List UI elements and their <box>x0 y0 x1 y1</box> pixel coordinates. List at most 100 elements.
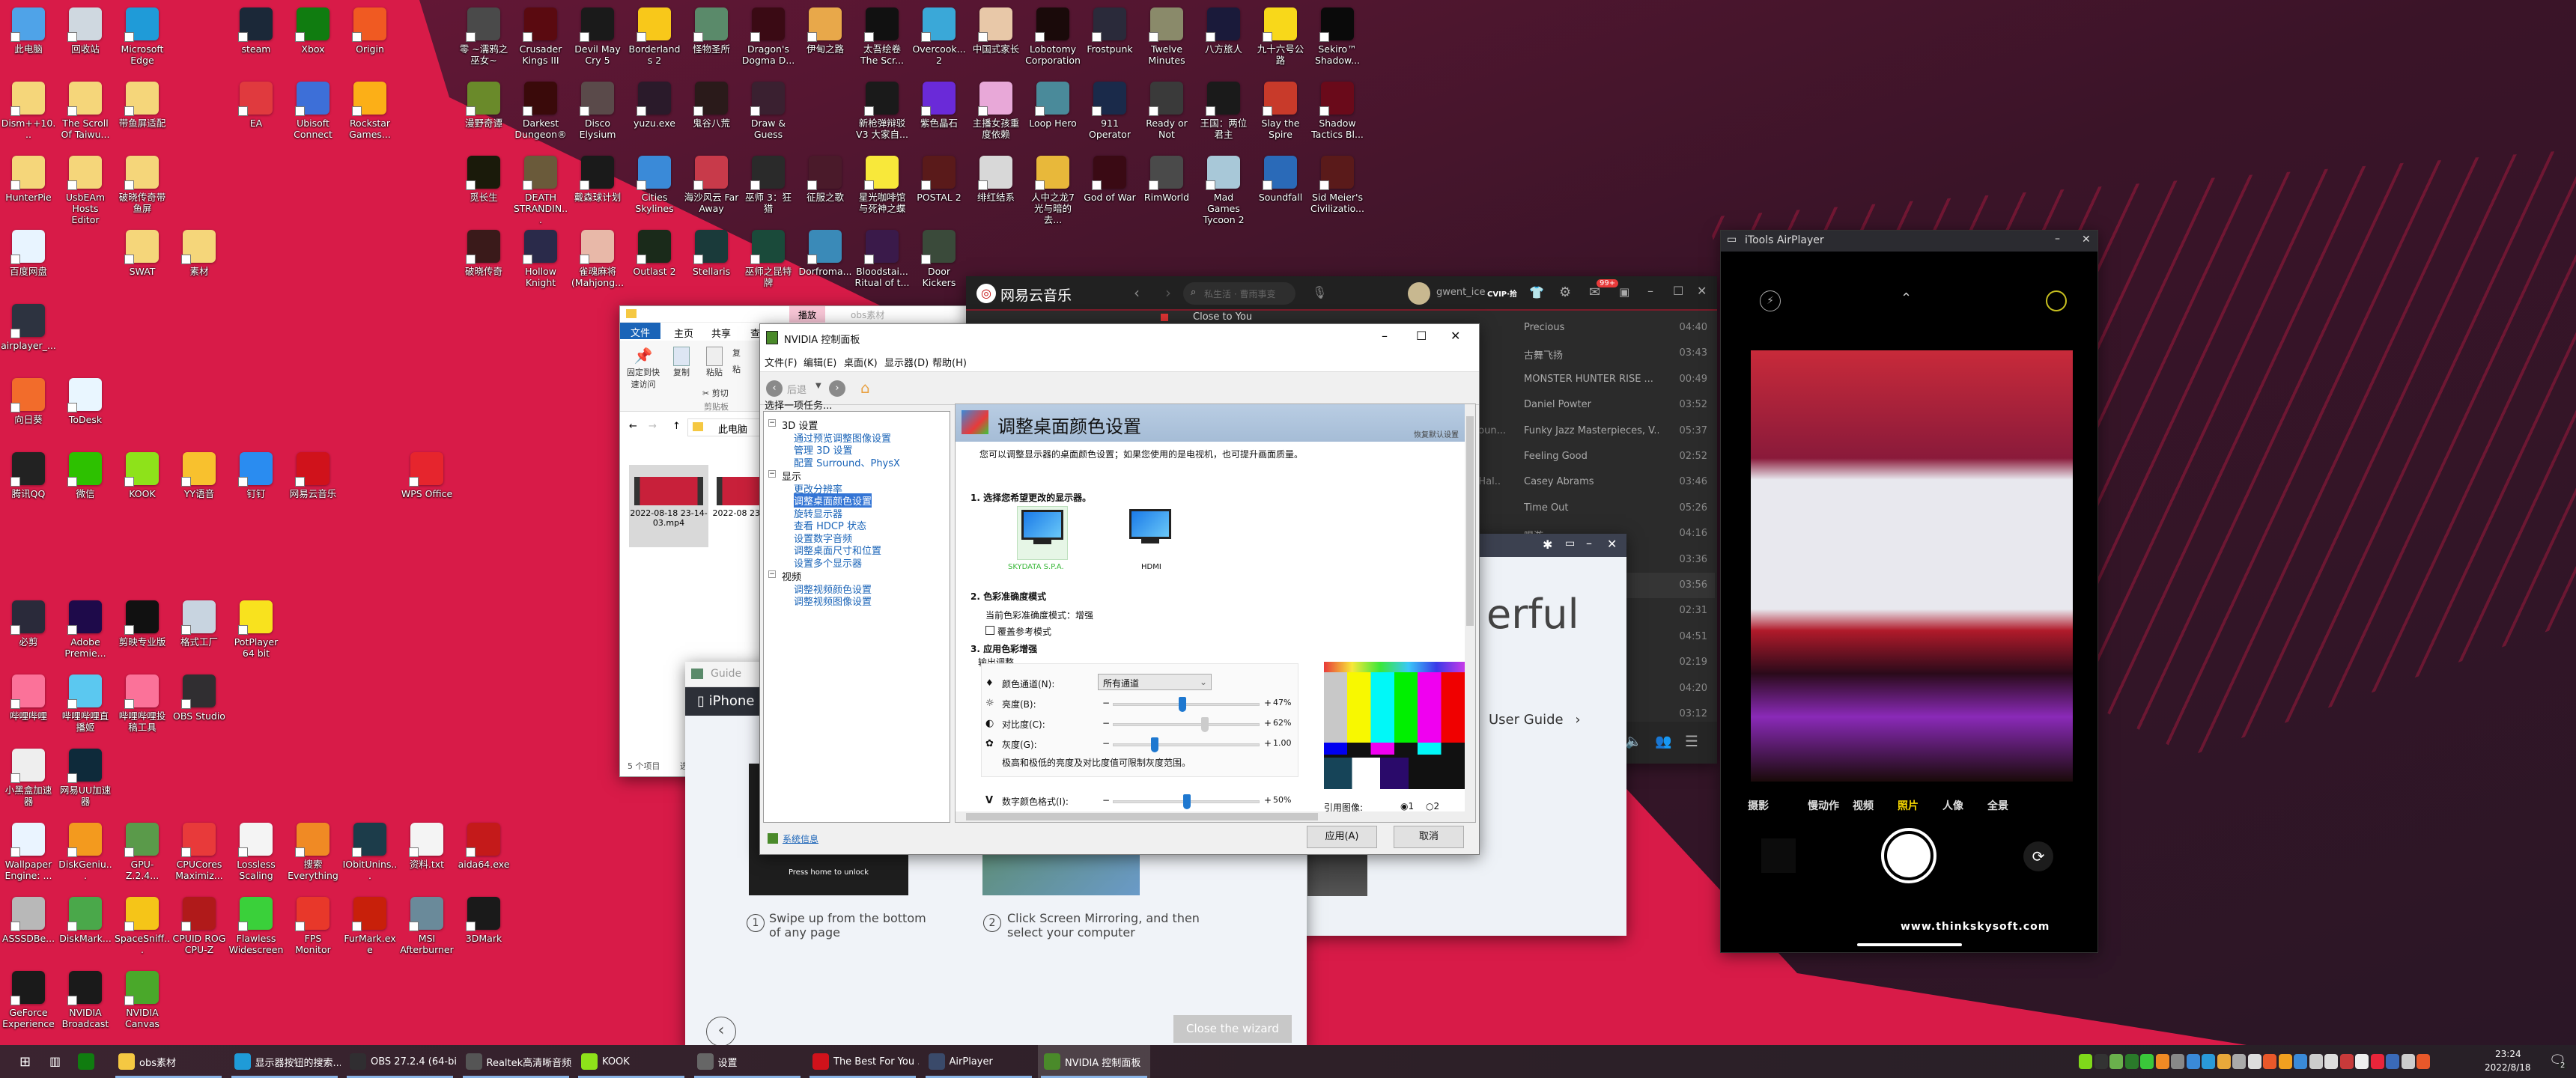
tray-icon[interactable] <box>2124 1054 2139 1069</box>
collapse-icon[interactable]: − <box>768 570 776 578</box>
file-item[interactable]: 2022-08-18 23-14-03.mp4 <box>629 465 708 547</box>
taskbar-item[interactable]: NVIDIA 控制面板 <box>1038 1045 1150 1078</box>
song-row[interactable]: Precious 04:40 <box>1524 315 1715 341</box>
desktop-icon[interactable]: 素材 <box>171 225 228 297</box>
taskbar-item[interactable]: The Best For You ... <box>806 1045 919 1078</box>
desktop-icon[interactable]: 必剪 <box>0 596 57 668</box>
color-channel-dropdown[interactable]: 所有通道 ⌄ <box>1098 674 1212 690</box>
reference-radio-2[interactable]: ○2 <box>1426 801 1439 811</box>
menu-desktop[interactable]: 桌面(K) <box>844 355 878 369</box>
desktop-icon[interactable]: Draw & Guess <box>740 77 797 149</box>
start-button[interactable]: ⊞ <box>19 1054 31 1070</box>
desktop-icon[interactable]: Darkest Dungeon® <box>512 77 569 149</box>
desktop-icon[interactable]: Ubisoft Connect <box>285 77 341 149</box>
task-view-button[interactable]: ▥ <box>49 1054 61 1068</box>
desktop-icon[interactable]: 王国：两位君主 <box>1195 77 1252 149</box>
desktop-icon[interactable]: 搜索 Everything <box>285 818 341 890</box>
tray-icon[interactable] <box>2324 1054 2338 1069</box>
tray-icon[interactable] <box>2079 1054 2092 1069</box>
close-button[interactable]: ✕ <box>1697 284 1707 298</box>
desktop-icon[interactable]: 九十六号公路 <box>1252 3 1309 75</box>
song-row[interactable]: Time Out 05:26 <box>1524 496 1715 521</box>
desktop-icon[interactable]: DiskMark... <box>57 892 114 964</box>
desktop-icon[interactable]: 人中之龙7 光与暗的去... <box>1024 151 1081 225</box>
desktop-icon[interactable]: KOOK <box>114 448 171 520</box>
desktop-icon[interactable]: Sekiro™ Shadow... <box>1309 3 1366 75</box>
playlist-icon[interactable]: ☰ <box>1685 732 1698 750</box>
desktop-icon[interactable]: HunterPie <box>0 151 57 223</box>
tray-icon[interactable] <box>2109 1054 2123 1069</box>
desktop-icon[interactable]: Lossless Scaling <box>228 818 285 890</box>
menu-display[interactable]: 显示器(D) <box>884 355 929 369</box>
desktop-icon[interactable]: Wallpaper Engine: ... <box>0 818 57 890</box>
desktop-icon[interactable]: Overcook... 2 <box>911 3 967 75</box>
taskbar-item[interactable]: obs素材 <box>112 1045 225 1078</box>
desktop-icon[interactable]: 微信 <box>57 448 114 520</box>
desktop-icon[interactable]: 网易UU加速器 <box>57 744 114 816</box>
song-row[interactable]: Funky Jazz Masterpieces, V... 05:37 e Loun… <box>1464 418 1715 444</box>
desktop-icon[interactable]: Dragon's Dogma D... <box>740 3 797 75</box>
slider-track[interactable] <box>1113 697 1260 712</box>
desktop-icon[interactable]: 星光咖啡馆与死神之蝶 <box>854 151 911 223</box>
desktop-icon[interactable]: Adobe Premie... <box>57 596 114 668</box>
camera-mode[interactable]: 摄影 <box>1748 798 1769 813</box>
feedback-icon[interactable]: ▭ <box>1565 538 1575 549</box>
desktop-icon[interactable]: 巫师之昆特牌 <box>740 225 797 297</box>
desktop-icon[interactable]: 911 Operator <box>1081 77 1138 149</box>
desktop-icon[interactable]: 破晓传奇 <box>455 225 512 297</box>
tab-iphone[interactable]: ▯ iPhone <box>697 693 754 709</box>
taskbar-item[interactable]: OBS 27.2.4 (64-bi... <box>344 1045 456 1078</box>
shutter-button[interactable] <box>1881 828 1936 883</box>
desktop-icon[interactable]: Rockstar Games... <box>341 77 398 149</box>
desktop-icon[interactable]: 太吾绘卷 The Scr... <box>854 3 911 75</box>
maximize-button[interactable]: ☐ <box>1673 284 1683 298</box>
desktop-icon[interactable]: 怪物圣所 <box>683 3 740 75</box>
desktop-icon[interactable]: God of War <box>1081 151 1138 223</box>
skin-icon[interactable]: 👕 <box>1529 285 1544 299</box>
desktop-icon[interactable]: Cities Skylines <box>626 151 683 223</box>
desktop-icon[interactable]: airplayer_... <box>0 299 57 371</box>
desktop-icon[interactable]: Microsoft Edge <box>114 3 171 75</box>
live-photo-icon[interactable] <box>2046 290 2067 311</box>
desktop-icon[interactable]: CPUID ROG CPU-Z <box>171 892 228 964</box>
song-row[interactable]: Daniel Powter 03:52 <box>1524 392 1715 418</box>
tray-icon[interactable] <box>2171 1054 2184 1069</box>
menu-file[interactable]: 文件(F) <box>765 355 798 369</box>
up-arrow-icon[interactable]: ↑ <box>672 421 681 432</box>
desktop-icon[interactable]: 腾讯QQ <box>0 448 57 520</box>
desktop-icon[interactable]: GPU-Z.2.4... <box>114 818 171 890</box>
back-button[interactable]: ‹ <box>706 1017 736 1047</box>
desktop-icon[interactable]: 哔哩哔哩 <box>0 670 57 742</box>
search-input[interactable]: ⌕ 私生活 · 曹雨事变 <box>1183 282 1295 305</box>
menu-edit[interactable]: 编辑(E) <box>804 355 836 369</box>
slider-thumb[interactable] <box>1150 737 1158 752</box>
tray-icon[interactable] <box>2094 1054 2108 1069</box>
desktop-icon[interactable]: FPS Monitor <box>285 892 341 964</box>
desktop-icon[interactable]: 3DMark <box>455 892 512 964</box>
desktop-icon[interactable]: RimWorld <box>1138 151 1195 223</box>
tray-icon[interactable] <box>2309 1054 2323 1069</box>
song-row[interactable]: MONSTER HUNTER RISE ... 00:49 <box>1524 367 1715 392</box>
tray-icon[interactable] <box>2263 1054 2276 1069</box>
scroll-thumb[interactable] <box>966 813 1318 820</box>
desktop-icon[interactable]: YY语音 <box>171 448 228 520</box>
slider-thumb[interactable] <box>1179 697 1187 712</box>
reference-radio-1[interactable]: ◉1 <box>1400 801 1414 811</box>
desktop-icon[interactable]: 海沙风云 Far Away <box>683 151 740 223</box>
desktop-icon[interactable]: WPS Office <box>398 448 455 520</box>
song-row[interactable]: 古舞飞扬 03:43 <box>1524 341 1715 366</box>
song-row[interactable]: Feeling Good 02:52 <box>1524 444 1715 469</box>
desktop-icon[interactable]: 八方旅人 <box>1195 3 1252 75</box>
desktop-icon[interactable]: Bloodstai... Ritual of t... <box>854 225 911 297</box>
desktop-icon[interactable]: 钉钉 <box>228 448 285 520</box>
desktop-icon[interactable]: 新枪弹辩驳 V3 大家自... <box>854 77 911 149</box>
camera-mode[interactable]: 人像 <box>1942 798 1963 813</box>
tray-icon[interactable] <box>2202 1054 2215 1069</box>
menu-help[interactable]: 帮助(H) <box>932 355 967 369</box>
desktop-icon[interactable]: IObitUnins... <box>341 818 398 890</box>
tree-item[interactable]: 配置 Surround、PhysX <box>794 455 900 469</box>
tray-icon[interactable] <box>2355 1054 2369 1069</box>
desktop-icon[interactable]: GeForce Experience <box>0 966 57 1038</box>
tree-item[interactable]: 设置多个显示器 <box>794 555 862 570</box>
minimize-button[interactable]: – <box>1647 284 1653 298</box>
